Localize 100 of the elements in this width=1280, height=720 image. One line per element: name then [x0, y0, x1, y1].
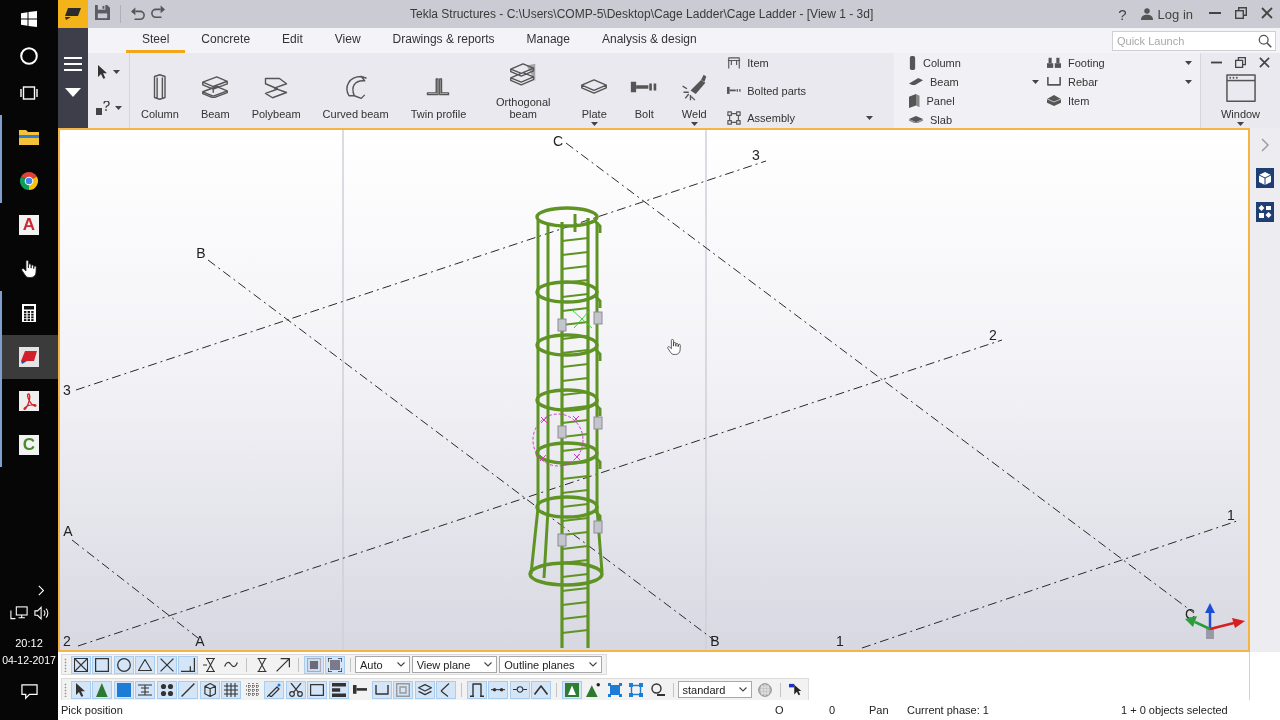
- toolbar-button[interactable]: [221, 680, 242, 699]
- filled-square-icon: [306, 657, 321, 672]
- dropdown[interactable]: standard: [677, 681, 753, 698]
- toolbar-button[interactable]: [70, 680, 91, 699]
- toolbar-button[interactable]: [156, 680, 177, 699]
- toolbar-button[interactable]: [328, 680, 349, 699]
- toolbar-button[interactable]: [70, 655, 91, 674]
- four-panes-icon[interactable]: [21, 10, 37, 27]
- bolt-bar-icon: [727, 86, 742, 95]
- toolbar-grip[interactable]: [64, 682, 67, 697]
- toolbar-button[interactable]: [178, 680, 199, 699]
- ribbon-button[interactable]: Plate: [569, 53, 620, 128]
- undo-icon[interactable]: [131, 7, 145, 21]
- ribbon-button[interactable]: Weld: [669, 53, 720, 128]
- blocks-icon[interactable]: [1256, 202, 1274, 222]
- dropdown[interactable]: Auto: [355, 656, 410, 673]
- ribbon-button[interactable]: Twin profile: [399, 53, 478, 128]
- toolbar-button[interactable]: [414, 680, 435, 699]
- framed-square-icon: [328, 657, 343, 672]
- dropdown[interactable]: Outline planes: [499, 656, 602, 673]
- frame-icon: [727, 56, 742, 69]
- triangle-down-icon[interactable]: [65, 88, 81, 97]
- ribbon-button[interactable]: Curved beam: [311, 53, 400, 128]
- taskbar-app-button[interactable]: [0, 335, 58, 379]
- chevron-down-icon: [739, 687, 748, 692]
- ribbon-list-item[interactable]: Slab: [894, 110, 1032, 129]
- redo-icon[interactable]: [151, 5, 165, 19]
- toolbar-button[interactable]: [436, 680, 457, 699]
- circle-underline-icon: [650, 682, 665, 697]
- ribbon-list-item[interactable]: Panel: [894, 91, 1032, 110]
- close-icon[interactable]: [1258, 56, 1270, 68]
- stacked-frames-icon[interactable]: [20, 84, 38, 101]
- pillar-icon: [909, 55, 916, 70]
- toolbar-button[interactable]: [113, 655, 134, 674]
- ribbon-list-item[interactable]: Assembly: [727, 108, 874, 128]
- toolbar-button[interactable]: [178, 655, 199, 674]
- swirl-icon: [19, 391, 39, 411]
- ribbon-list-item[interactable]: Column: [894, 53, 1032, 72]
- ring-icon[interactable]: [20, 46, 38, 65]
- ribbon-tab[interactable]: Analysis & design: [585, 28, 713, 53]
- toolbar-button[interactable]: [285, 680, 306, 699]
- nodes-icon: [629, 682, 644, 697]
- app-menu-button[interactable]: [58, 0, 88, 28]
- ribbon-tab[interactable]: View: [318, 28, 377, 53]
- speech-bubble-icon[interactable]: [20, 684, 38, 700]
- ribbon-tab[interactable]: Edit: [266, 28, 319, 53]
- square-tile-icon: [607, 682, 622, 697]
- scissors-icon: [288, 682, 303, 697]
- ribbon-tab[interactable]: Drawings & reports: [376, 28, 511, 53]
- pointer-icon: [97, 65, 108, 79]
- ribbon-button[interactable]: Polybeam: [240, 53, 312, 128]
- ribbon-list-item[interactable]: Item: [1032, 91, 1192, 110]
- ribbon-button[interactable]: Orthogonal beam: [477, 53, 570, 128]
- query-tool-button[interactable]: [95, 99, 122, 117]
- clock-date: 04-12-2017: [1, 653, 57, 668]
- toolbar-grip[interactable]: [64, 657, 67, 672]
- dropdown[interactable]: View plane: [411, 656, 498, 673]
- grid-label: 1: [1227, 507, 1235, 523]
- volume-icon[interactable]: [34, 605, 50, 621]
- ribbon-list-item[interactable]: Footing: [1032, 53, 1192, 72]
- triangle-icon: [138, 658, 153, 671]
- chevron-down-icon: [396, 662, 405, 667]
- ribbon-button[interactable]: Beam: [189, 53, 241, 128]
- status-field: 1 + 0 objects selected: [1118, 704, 1280, 716]
- hatched-circle-icon: [758, 682, 773, 697]
- toolbar-button[interactable]: [307, 680, 328, 699]
- login-button[interactable]: Log in: [1140, 6, 1193, 22]
- toolbar-button[interactable]: [509, 680, 530, 699]
- ribbon-list-item[interactable]: Beam: [894, 72, 1032, 91]
- search-field[interactable]: Quick Launch: [1112, 30, 1276, 51]
- help-button[interactable]: ?: [1118, 5, 1127, 23]
- linked-squares-icon: [727, 111, 742, 126]
- taskbar-app-button[interactable]: A: [0, 203, 58, 247]
- toolbar-button[interactable]: [135, 655, 156, 674]
- window-button[interactable]: Window: [1201, 71, 1280, 128]
- select-tool-button[interactable]: [97, 63, 120, 81]
- save-icon[interactable]: [95, 4, 110, 20]
- toolbar-button[interactable]: [135, 680, 156, 699]
- bars-icon: [331, 682, 346, 697]
- toolbar-button[interactable]: [156, 655, 177, 674]
- cube-icon: [203, 682, 216, 697]
- toolbar-button[interactable]: [488, 680, 509, 699]
- ribbon-button[interactable]: Column: [130, 53, 190, 128]
- ribbon-list-item[interactable]: Bolted parts: [727, 80, 874, 101]
- toolbar-button[interactable]: [466, 680, 487, 699]
- cube-icon[interactable]: [1256, 168, 1274, 188]
- menu-icon[interactable]: [64, 57, 82, 71]
- toolbar-button[interactable]: [531, 680, 552, 699]
- restore-icon[interactable]: [1235, 56, 1246, 68]
- ribbon-tab[interactable]: Concrete: [185, 28, 267, 53]
- toolbar-button[interactable]: [92, 655, 113, 674]
- ribbon-tab[interactable]: Manage: [510, 28, 586, 53]
- network-icon[interactable]: [10, 605, 28, 621]
- toolbar-button[interactable]: [264, 680, 285, 699]
- ribbon-list-item[interactable]: Item: [727, 53, 874, 73]
- toolbar-button[interactable]: [199, 680, 220, 699]
- ribbon-button[interactable]: Bolt: [619, 53, 670, 128]
- diagonal-arrow-icon: [276, 657, 291, 672]
- pointer-icon: [75, 682, 86, 697]
- ribbon-list-item[interactable]: Rebar: [1032, 72, 1192, 91]
